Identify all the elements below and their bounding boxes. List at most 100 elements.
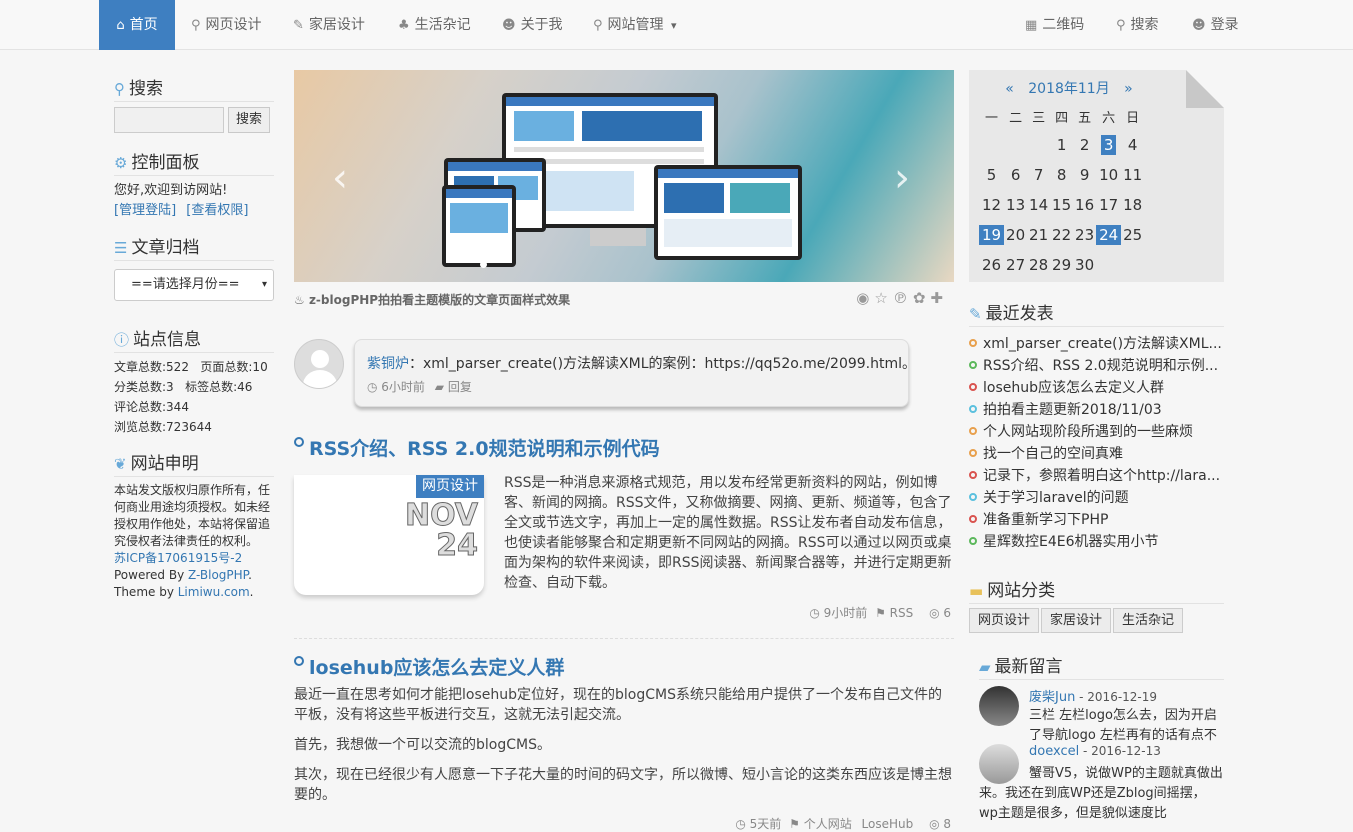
calendar-day[interactable]: 23 bbox=[1073, 220, 1096, 250]
reply-link[interactable]: 回复 bbox=[448, 380, 472, 394]
category-tag[interactable]: 家居设计 bbox=[1041, 608, 1112, 633]
recent-post-item[interactable]: 星辉数控E4E6机器实用小节 bbox=[969, 531, 1224, 553]
calendar-day[interactable]: 3 bbox=[1096, 130, 1121, 160]
calendar-day[interactable]: 7 bbox=[1027, 160, 1050, 190]
calendar-day[interactable]: 8 bbox=[1050, 160, 1073, 190]
slider-prev-icon[interactable]: ‹ bbox=[332, 158, 348, 198]
post-title[interactable]: RSS介绍、RSS 2.0规范说明和示例代码 bbox=[294, 434, 660, 461]
nav-about[interactable]: ☻ 关于我 bbox=[502, 0, 563, 50]
calendar-day[interactable]: 9 bbox=[1073, 160, 1096, 190]
circle-icon bbox=[969, 405, 977, 413]
calendar-day[interactable]: 25 bbox=[1121, 220, 1144, 250]
calendar-day[interactable]: 27 bbox=[1004, 250, 1027, 280]
calendar-day[interactable]: 19 bbox=[979, 220, 1005, 250]
recent-post-item[interactable]: 拍拍看主题更新2018/11/03 bbox=[969, 399, 1224, 421]
calendar-day[interactable]: 18 bbox=[1121, 190, 1144, 220]
calendar-day[interactable]: 21 bbox=[1027, 220, 1050, 250]
calendar-day-number: 20 bbox=[1006, 226, 1026, 244]
post-title[interactable]: losehub应该怎么去定义人群 bbox=[294, 653, 564, 680]
calendar-day[interactable]: 13 bbox=[1004, 190, 1027, 220]
limiwu-link[interactable]: Limiwu.com bbox=[178, 585, 250, 599]
recent-post-item[interactable]: 找一个自己的空间真难 bbox=[969, 443, 1224, 465]
home-icon: ⌂ bbox=[116, 18, 125, 33]
pinterest-icon[interactable]: ℗ bbox=[893, 289, 913, 307]
calendar-day[interactable]: 14 bbox=[1027, 190, 1050, 220]
icp-link[interactable]: 苏ICP备17061915号-2 bbox=[114, 551, 242, 565]
calendar-day[interactable]: 16 bbox=[1073, 190, 1096, 220]
nav-web-design[interactable]: ⚲ 网页设计 bbox=[191, 0, 262, 50]
calendar-prev[interactable]: « bbox=[1005, 81, 1014, 97]
calendar-day[interactable]: 2 bbox=[1073, 130, 1096, 160]
calendar-day-number: 10 bbox=[1099, 166, 1119, 184]
calendar-day[interactable]: 11 bbox=[1121, 160, 1144, 190]
post-tag[interactable]: LoseHub bbox=[862, 817, 914, 831]
calendar-next[interactable]: » bbox=[1124, 81, 1133, 97]
recent-post-item[interactable]: xml_parser_create()方法解读XML... bbox=[969, 333, 1224, 355]
category-tag[interactable]: 生活杂记 bbox=[1113, 608, 1184, 633]
messages-title: ▰ 最新留言 bbox=[979, 654, 1224, 680]
zblog-link[interactable]: Z-BlogPHP bbox=[188, 568, 248, 582]
calendar-day-number: 7 bbox=[1033, 166, 1044, 184]
calendar-day[interactable]: 17 bbox=[1096, 190, 1121, 220]
recent-post-item[interactable]: 关于学习laravel的问题 bbox=[969, 487, 1224, 509]
fire-icon: ♨ bbox=[294, 293, 309, 307]
calendar-day[interactable]: 20 bbox=[1004, 220, 1027, 250]
slider-dot[interactable] bbox=[480, 261, 487, 268]
nav-qrcode[interactable]: ▦ 二维码 bbox=[1025, 0, 1084, 50]
admin-login-link[interactable]: [管理登陆] bbox=[114, 203, 176, 218]
category-tag[interactable]: 网页设计 bbox=[969, 608, 1040, 633]
post-tag[interactable]: RSS bbox=[890, 606, 914, 620]
post-month: NOV bbox=[404, 498, 478, 533]
calendar-day[interactable]: 10 bbox=[1096, 160, 1121, 190]
nav-search[interactable]: ⚲ 搜索 bbox=[1116, 0, 1159, 50]
recent-post-item[interactable]: losehub应该怎么去定义人群 bbox=[969, 377, 1224, 399]
post-title-icon bbox=[294, 437, 304, 447]
view-permission-link[interactable]: [查看权限] bbox=[186, 203, 248, 218]
nav-home[interactable]: ⌂ 首页 bbox=[99, 0, 175, 50]
leaf-icon: ❦ bbox=[114, 455, 127, 473]
calendar-day[interactable]: 30 bbox=[1073, 250, 1096, 280]
archive-select[interactable]: ==请选择月份== ▾ bbox=[114, 269, 274, 301]
search-button[interactable]: 搜索 bbox=[228, 107, 270, 133]
plus-icon[interactable]: ✚ bbox=[930, 289, 948, 307]
calendar-day[interactable]: 6 bbox=[1004, 160, 1027, 190]
calendar-day[interactable]: 1 bbox=[1050, 130, 1073, 160]
slider-next-icon[interactable]: › bbox=[894, 158, 910, 198]
nav-life-notes[interactable]: ♣ 生活杂记 bbox=[398, 0, 471, 50]
comment-author-link[interactable]: 紫铜炉 bbox=[367, 356, 409, 372]
calendar-day[interactable]: 29 bbox=[1050, 250, 1073, 280]
message-item: 废柴Jun - 2016-12-19 三栏 左栏logo怎么去，因为开启了导航l… bbox=[979, 686, 1224, 743]
category-badge[interactable]: 网页设计 bbox=[416, 475, 484, 498]
baidu-icon[interactable]: ✿ bbox=[913, 289, 931, 307]
recent-post-item[interactable]: 记录下，参照着明白这个http://lara... bbox=[969, 465, 1224, 487]
calendar-day[interactable]: 28 bbox=[1027, 250, 1050, 280]
recent-posts-label: 最近发表 bbox=[985, 304, 1054, 324]
calendar-day-number: 2 bbox=[1079, 136, 1090, 154]
calendar-day[interactable]: 5 bbox=[979, 160, 1004, 190]
calendar-day[interactable]: 12 bbox=[979, 190, 1004, 220]
calendar-day[interactable]: 4 bbox=[1121, 130, 1144, 160]
message-author[interactable]: doexcel bbox=[1029, 744, 1079, 759]
recent-post-item[interactable]: 准备重新学习下PHP bbox=[969, 509, 1224, 531]
calendar-day bbox=[979, 130, 1004, 160]
post-tag[interactable]: 个人网站 bbox=[804, 817, 852, 831]
featured-slider[interactable]: ‹ › bbox=[294, 70, 954, 282]
nav-site-admin[interactable]: ⚲ 网站管理 ▾ bbox=[593, 0, 677, 50]
recent-post-item[interactable]: RSS介绍、RSS 2.0规范说明和示例... bbox=[969, 355, 1224, 377]
qzone-icon[interactable]: ☆ bbox=[874, 289, 892, 307]
calendar-day-number: 29 bbox=[1052, 256, 1072, 274]
tag-icon: ⚑ bbox=[789, 817, 804, 831]
search-input[interactable] bbox=[114, 107, 224, 133]
circle-icon bbox=[969, 471, 977, 479]
calendar-day[interactable]: 15 bbox=[1050, 190, 1073, 220]
message-author[interactable]: 废柴Jun bbox=[1029, 690, 1075, 705]
nav-home-design[interactable]: ✎ 家居设计 bbox=[293, 0, 365, 50]
weibo-icon[interactable]: ◉ bbox=[856, 289, 874, 307]
nav-login[interactable]: ☻ 登录 bbox=[1192, 0, 1239, 50]
calendar-day[interactable]: 24 bbox=[1096, 220, 1122, 250]
slider-caption-bar: ♨ z-blogPHP拍拍看主题模版的文章页面样式效果 ◉☆℗✿✚ bbox=[294, 289, 954, 311]
recent-post-item[interactable]: 个人网站现阶段所遇到的一些麻烦 bbox=[969, 421, 1224, 443]
categories-label: 网站分类 bbox=[987, 581, 1056, 601]
calendar-day[interactable]: 22 bbox=[1050, 220, 1073, 250]
calendar-day[interactable]: 26 bbox=[979, 250, 1004, 280]
